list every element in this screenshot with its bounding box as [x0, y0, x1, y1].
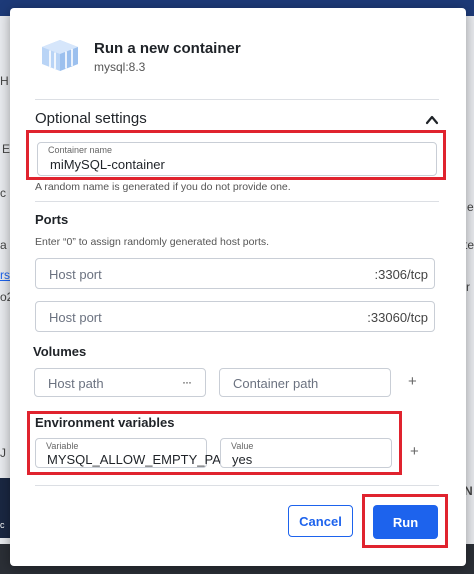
container-port-label: :3306/tcp — [374, 267, 429, 282]
add-volume-button[interactable]: + — [408, 373, 417, 390]
background-link: rs — [0, 268, 10, 282]
optional-settings-title: Optional settings — [35, 110, 147, 127]
background-text: H — [0, 74, 9, 88]
container-port-label: :33060/tcp — [367, 310, 428, 325]
highlight-box — [27, 411, 402, 475]
run-container-dialog: Run a new container mysql:8.3 Optional s… — [10, 8, 466, 566]
add-env-button[interactable]: + — [410, 443, 419, 460]
highlight-box — [362, 494, 448, 548]
host-port-placeholder: Host port — [49, 310, 102, 325]
background-text: J — [0, 446, 6, 460]
browse-button[interactable]: ··· — [182, 375, 192, 389]
image-name: mysql:8.3 — [94, 60, 146, 74]
divider — [35, 485, 439, 486]
host-port-placeholder: Host port — [49, 267, 102, 282]
container-name-hint: A random name is generated if you do not… — [35, 181, 291, 193]
cancel-button[interactable]: Cancel — [288, 505, 353, 537]
volumes-title: Volumes — [33, 344, 87, 359]
background-text: a — [0, 238, 7, 252]
host-port-field[interactable]: Host port :33060/tcp — [35, 301, 435, 332]
background-text: r — [466, 280, 470, 294]
host-port-field[interactable]: Host port :3306/tcp — [35, 258, 435, 289]
background-text: E — [2, 142, 11, 156]
highlight-box — [26, 130, 446, 180]
divider — [35, 99, 439, 100]
divider — [35, 201, 439, 202]
docker-container-icon — [42, 40, 78, 71]
ports-hint: Enter “0” to assign randomly generated h… — [35, 236, 270, 248]
chevron-up-icon — [425, 115, 439, 125]
dialog-title: Run a new container — [94, 40, 241, 57]
host-path-field[interactable]: Host path ··· — [34, 368, 206, 397]
background-text: c — [0, 186, 6, 200]
host-path-placeholder: Host path — [48, 376, 104, 391]
optional-settings-toggle[interactable]: Optional settings — [35, 110, 439, 132]
ports-title: Ports — [35, 212, 69, 227]
container-path-field[interactable]: Container path — [219, 368, 391, 397]
container-path-placeholder: Container path — [233, 376, 319, 391]
background-text: e — [467, 200, 474, 214]
background-text: c — [0, 520, 5, 530]
